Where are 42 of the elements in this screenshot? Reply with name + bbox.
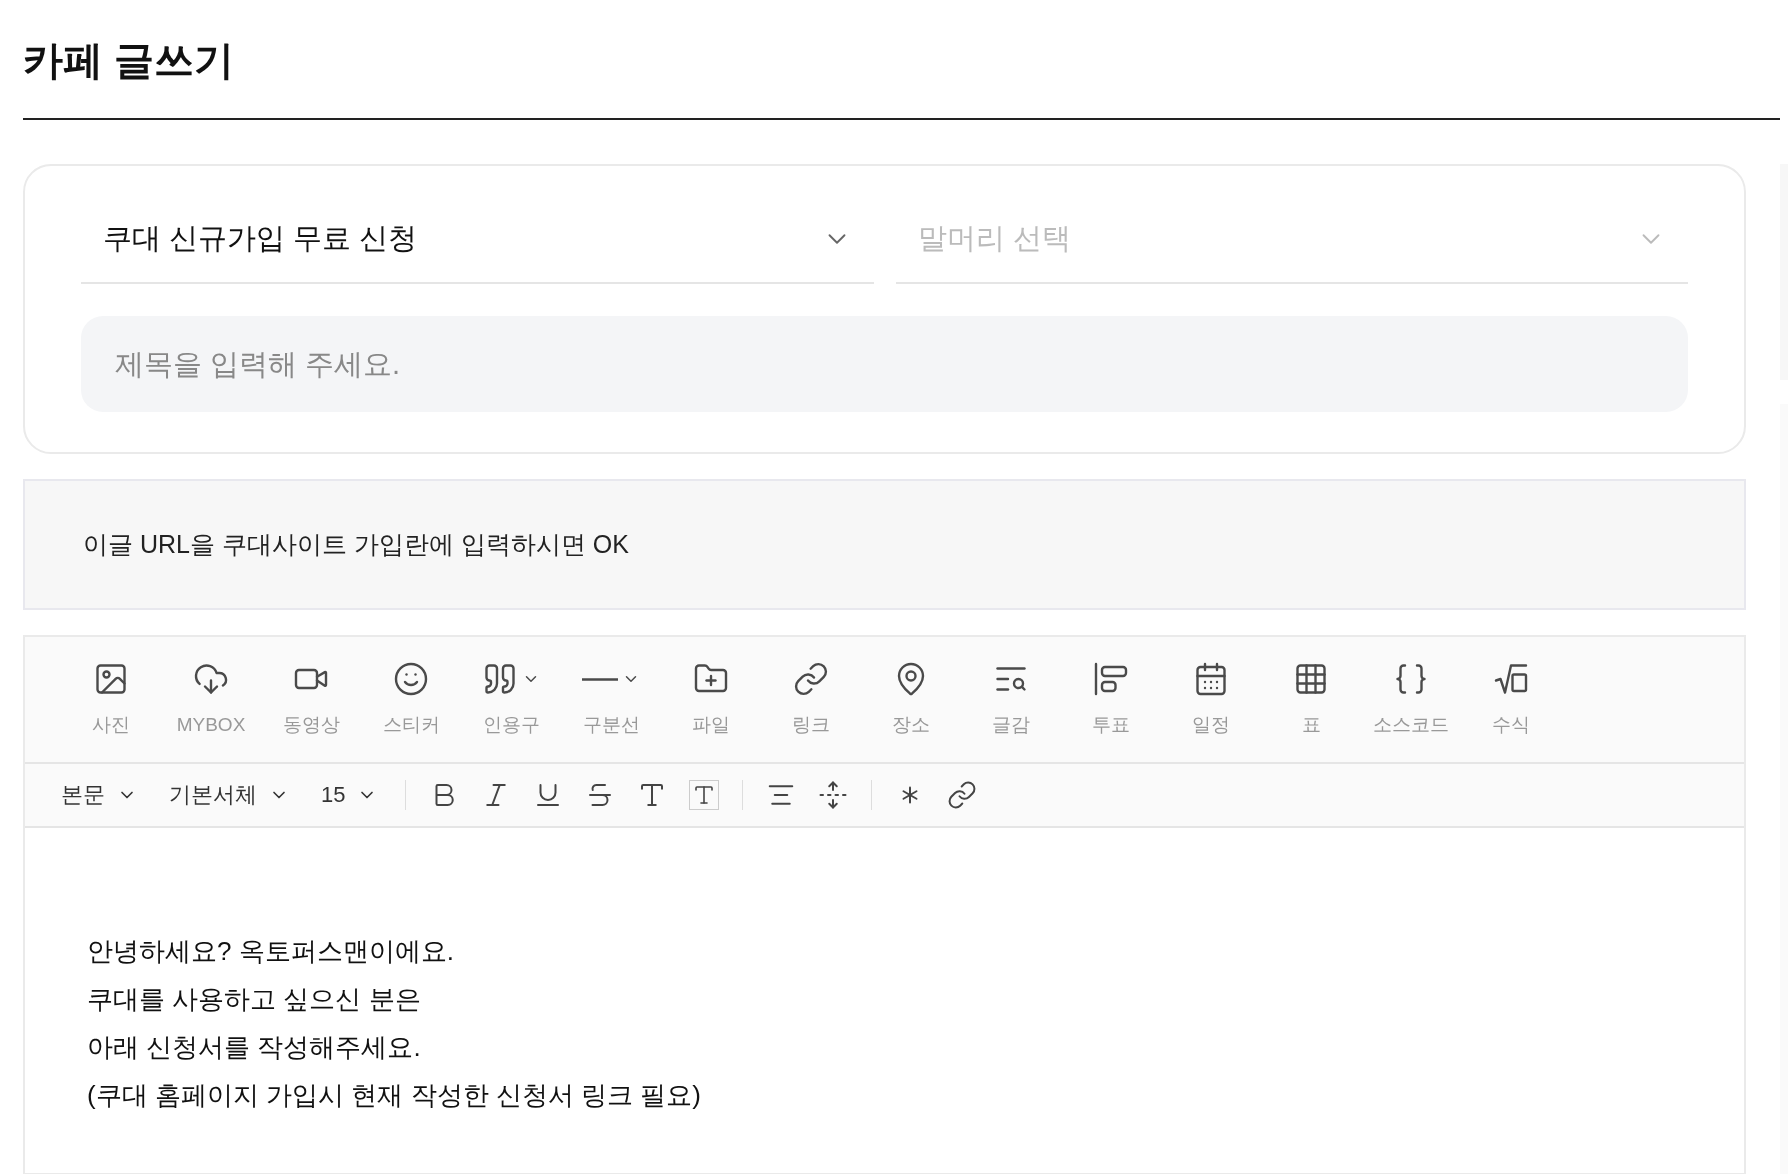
body-line: 안녕하세요? 옥토퍼스맨이에요. (87, 934, 455, 968)
insert-tool-button[interactable]: 투표 (1061, 659, 1161, 740)
insert-tool-button[interactable]: 글감 (961, 659, 1061, 740)
bar-chart-icon (1093, 661, 1129, 697)
insert-tool-button[interactable]: 표 (1261, 659, 1361, 740)
braces-icon (1393, 661, 1429, 697)
body-line: 아래 신청서를 작성해주세요. (87, 1030, 422, 1064)
insert-tool-button[interactable]: 일정 (1161, 659, 1261, 740)
notice-text: 이글 URL을 쿠대사이트 가입란에 입력하시면 OK (83, 528, 629, 560)
prefix-select[interactable]: 말머리 선택 (895, 196, 1688, 284)
horizontal-line-icon (582, 677, 618, 681)
insert-tool-button[interactable]: 소스코드 (1361, 659, 1461, 740)
insert-tool-button[interactable]: 스티커 (361, 659, 461, 740)
cloud-download-icon (193, 661, 229, 697)
insert-tool-button[interactable]: 파일 (661, 659, 761, 740)
link-icon (793, 661, 829, 697)
editor-body[interactable]: 안녕하세요? 옥토퍼스맨이에요. 쿠대를 사용하고 싶으신 분은 아래 신청서를 작성해주세요. (쿠대 홈페이지 가입시 현재 작성한 신청서 링크 필요) (25, 827, 1744, 1173)
body-line: (쿠대 홈페이지 가입시 현재 작성한 신청서 링크 필요) (87, 1078, 702, 1112)
dropdown[interactable]: 기본서체 (157, 778, 301, 811)
link-icon (947, 779, 978, 810)
body-line: 쿠대를 사용하고 싶으신 분은 (87, 982, 422, 1016)
text-background-icon (689, 779, 720, 810)
insert-tool-button[interactable]: MYBOX (161, 659, 261, 740)
insert-tool-button[interactable]: 인용구 (461, 659, 561, 740)
image-icon (93, 661, 129, 697)
insert-tool-button[interactable]: 동영상 (261, 659, 361, 740)
board-select[interactable]: 쿠대 신규가입 무료 신청 (81, 196, 874, 284)
grid-icon (1293, 661, 1329, 697)
insert-tool-button[interactable]: 장소 (861, 659, 961, 740)
title-input[interactable]: 제목을 입력해 주세요. (81, 316, 1688, 412)
dropdown[interactable]: 15 (309, 778, 390, 811)
insert-tool-button[interactable]: 링크 (761, 659, 861, 740)
insert-tool-button[interactable]: 구분선 (561, 659, 661, 740)
calendar-icon (1193, 661, 1229, 697)
dropdown[interactable]: 본문 (49, 778, 149, 811)
page-title: 카페 글쓰기 (23, 37, 236, 84)
insert-tool-button[interactable]: 수식 (1461, 659, 1561, 740)
smiley-icon (393, 661, 429, 697)
line-height-icon (818, 779, 849, 810)
square-root-icon (1493, 661, 1529, 697)
quote-icon (482, 661, 518, 697)
insert-tool-button[interactable]: 사진 (61, 659, 161, 740)
